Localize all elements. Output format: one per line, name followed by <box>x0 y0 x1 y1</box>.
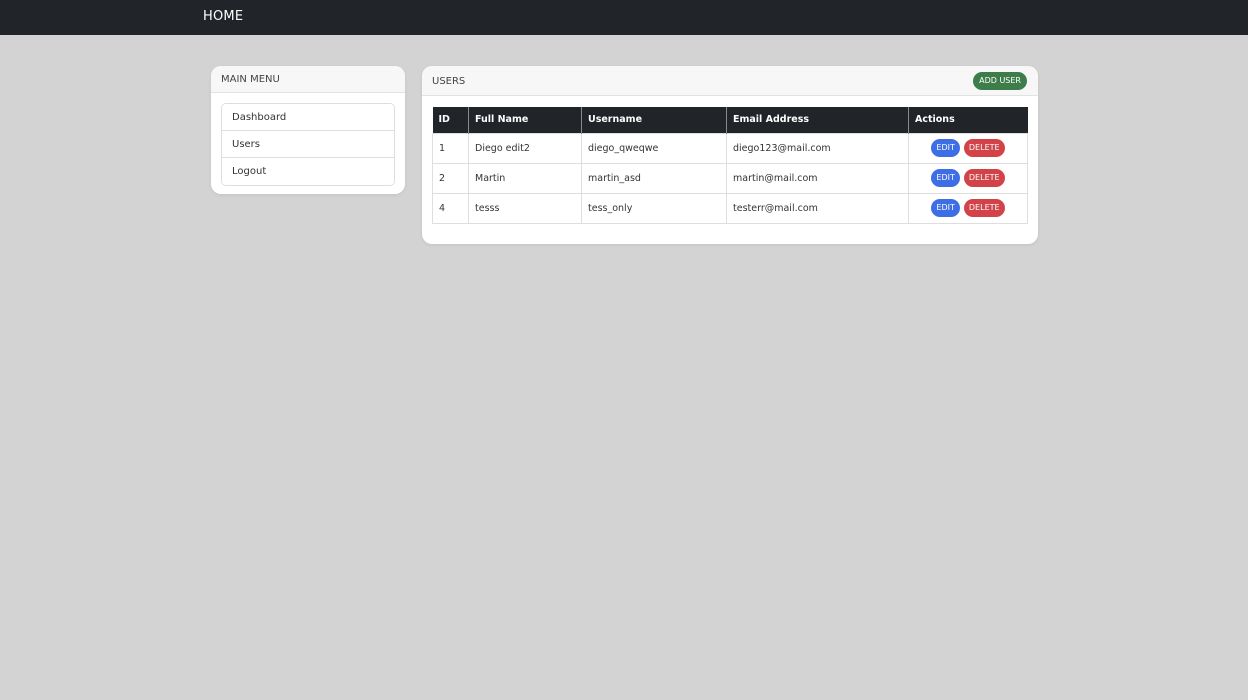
menu-item-logout[interactable]: Logout <box>222 158 394 185</box>
cell-email: martin@mail.com <box>726 162 909 194</box>
cell-actions: EDIT DELETE <box>908 132 1028 164</box>
cell-full-name: Diego edit2 <box>468 132 582 164</box>
edit-user-button[interactable]: EDIT <box>931 169 960 187</box>
edit-user-button[interactable]: EDIT <box>931 139 960 157</box>
cell-email: testerr@mail.com <box>726 192 909 224</box>
cell-username: martin_asd <box>581 162 727 194</box>
column-header-email: Email Address <box>726 107 909 133</box>
main-menu-card: MAIN MENU Dashboard Users Logout <box>211 66 405 194</box>
add-user-button[interactable]: ADD USER <box>973 72 1027 90</box>
delete-user-button[interactable]: DELETE <box>963 199 1005 217</box>
menu-item-dashboard[interactable]: Dashboard <box>222 104 394 131</box>
column-header-username: Username <box>581 107 727 133</box>
users-card: USERS ADD USER ID Full Name Username Ema… <box>422 66 1038 244</box>
table-header-row: ID Full Name Username Email Address Acti… <box>432 107 1028 133</box>
column-header-id: ID <box>432 107 469 133</box>
users-title: USERS <box>432 76 466 87</box>
cell-full-name: Martin <box>468 162 582 194</box>
cell-actions: EDIT DELETE <box>908 162 1028 194</box>
cell-email: diego123@mail.com <box>726 132 909 164</box>
cell-id: 2 <box>432 162 469 194</box>
delete-user-button[interactable]: DELETE <box>963 139 1005 157</box>
cell-username: diego_qweqwe <box>581 132 727 164</box>
table-row: 1 Diego edit2 diego_qweqwe diego123@mail… <box>432 132 1028 164</box>
cell-username: tess_only <box>581 192 727 224</box>
home-link[interactable]: HOME <box>203 9 243 24</box>
main-menu-list: Dashboard Users Logout <box>221 103 395 186</box>
users-card-header: USERS ADD USER <box>422 66 1038 96</box>
menu-item-users[interactable]: Users <box>222 131 394 158</box>
top-navbar: HOME <box>0 0 1248 35</box>
edit-user-button[interactable]: EDIT <box>931 199 960 217</box>
delete-user-button[interactable]: DELETE <box>963 169 1005 187</box>
users-table: ID Full Name Username Email Address Acti… <box>432 107 1028 224</box>
column-header-actions: Actions <box>908 107 1028 133</box>
cell-id: 1 <box>432 132 469 164</box>
cell-actions: EDIT DELETE <box>908 192 1028 224</box>
table-row: 4 tesss tess_only testerr@mail.com EDIT D… <box>432 192 1028 224</box>
column-header-full-name: Full Name <box>468 107 582 133</box>
main-menu-title: MAIN MENU <box>211 66 405 93</box>
cell-id: 4 <box>432 192 469 224</box>
table-row: 2 Martin martin_asd martin@mail.com EDIT… <box>432 162 1028 194</box>
cell-full-name: tesss <box>468 192 582 224</box>
